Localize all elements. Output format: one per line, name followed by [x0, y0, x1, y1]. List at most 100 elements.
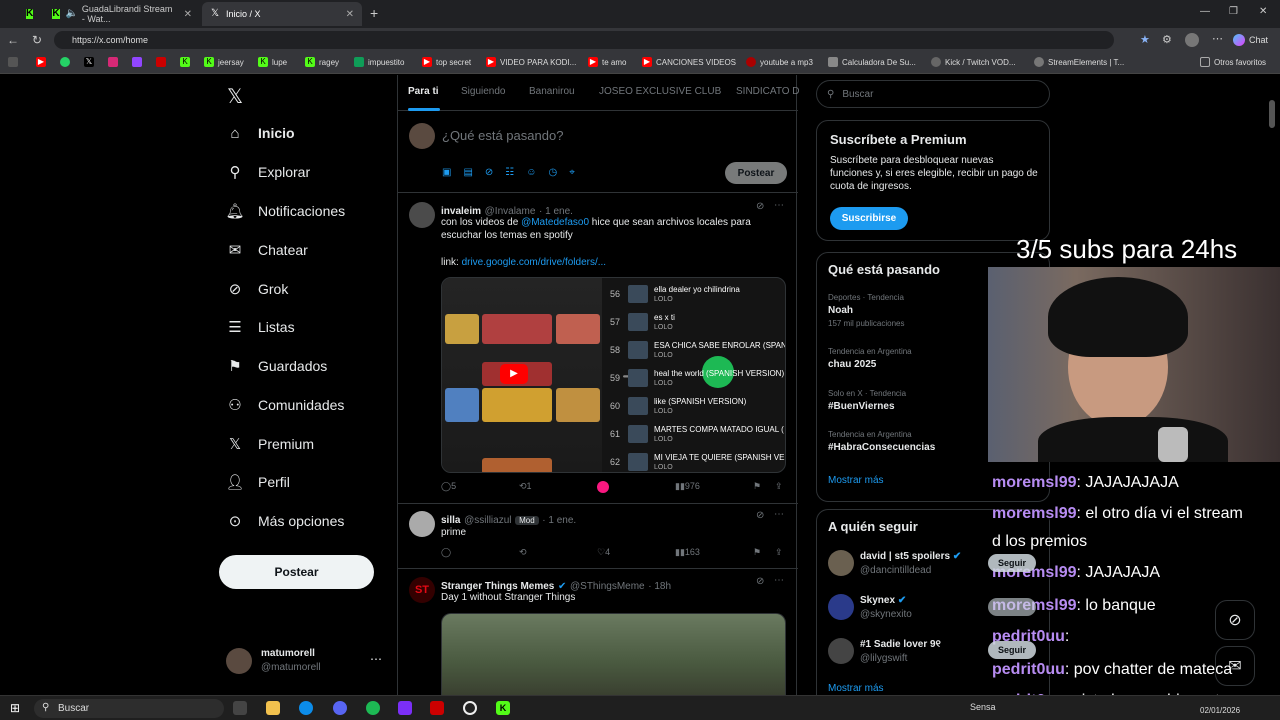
nav-more[interactable]: ⊙ Más opciones: [226, 512, 345, 530]
tweet-author[interactable]: silla: [441, 515, 460, 526]
tab-following[interactable]: Siguiendo: [461, 86, 505, 97]
tab-for-you[interactable]: Para ti: [408, 86, 439, 97]
bookmark-kodi[interactable]: ▶ VIDEO PARA KODI...: [486, 57, 576, 67]
bookmark-te-amo[interactable]: ▶ te amo: [588, 57, 626, 67]
kick-icon[interactable]: K: [496, 701, 510, 715]
app-icon[interactable]: [430, 701, 444, 715]
search-input[interactable]: ⚲ Buscar: [816, 80, 1050, 108]
new-tab-icon[interactable]: +: [370, 5, 378, 21]
tweet-handle[interactable]: @ssilliazul: [464, 515, 511, 526]
taskbar-search[interactable]: Buscar: [34, 699, 224, 718]
share-icon[interactable]: ⇪: [775, 547, 783, 558]
bookmark-whatsapp[interactable]: [60, 57, 70, 67]
follow-button[interactable]: Seguir: [988, 641, 1036, 659]
bookmark-red[interactable]: [156, 57, 166, 67]
post-button[interactable]: Postear: [219, 555, 374, 589]
tweet-avatar[interactable]: [409, 202, 435, 228]
tab-bananirou[interactable]: Bananirou: [529, 86, 575, 97]
reply-action[interactable]: ◯ 5: [441, 481, 456, 492]
more-menu-icon[interactable]: ⋯: [1212, 32, 1223, 45]
file-explorer-icon[interactable]: [266, 701, 280, 715]
tweet-avatar[interactable]: ST: [409, 577, 435, 603]
copilot-chat-button[interactable]: Chat: [1233, 31, 1268, 49]
bookmark-ragey[interactable]: Kragey: [305, 57, 339, 67]
bookmark-yt-mp3[interactable]: youtube a mp3: [746, 57, 813, 67]
bookmark-twitch[interactable]: [132, 57, 142, 67]
bookmark-vod[interactable]: Kick / Twitch VOD...: [931, 57, 1016, 67]
profile-avatar[interactable]: [1185, 33, 1199, 47]
follow-button[interactable]: [988, 598, 1036, 616]
nav-bookmarks[interactable]: ⚑ Guardados: [226, 357, 327, 375]
tab-kick-pinned[interactable]: K: [18, 2, 40, 26]
spotify-icon[interactable]: [366, 701, 380, 715]
minimize-icon[interactable]: —: [1200, 6, 1210, 17]
reply-action[interactable]: ◯: [441, 547, 451, 558]
weather-text[interactable]: Sensa: [970, 702, 996, 712]
bookmark-jeersay[interactable]: Kjeersay: [204, 57, 244, 67]
grok-icon[interactable]: ⊘: [756, 510, 764, 521]
reload-icon[interactable]: ↻: [26, 33, 48, 47]
location-icon[interactable]: ⌖: [569, 167, 575, 178]
trend-item[interactable]: Solo en X · Tendencia #BuenViernes: [828, 389, 906, 412]
repost-action[interactable]: ⟲ 1: [519, 481, 532, 492]
back-icon[interactable]: ←: [2, 33, 24, 47]
grok-icon[interactable]: ⊘: [485, 167, 493, 178]
tab-x-home[interactable]: 𝕏 Inicio / X ✕: [202, 2, 362, 26]
close-tab-icon[interactable]: ✕: [184, 9, 192, 20]
task-view-icon[interactable]: [233, 701, 247, 715]
tweet[interactable]: ST Stranger Things Memes ✔ @SThingsMeme …: [398, 569, 798, 695]
bookmark-icon-only[interactable]: [8, 57, 18, 67]
grok-icon[interactable]: ⊘: [756, 576, 764, 587]
nav-profile[interactable]: 👤︎ Perfil: [225, 473, 289, 491]
mention-link[interactable]: @Matedefaso0: [521, 217, 589, 228]
trend-item[interactable]: Tendencia en Argentina chau 2025: [828, 347, 912, 370]
poll-icon[interactable]: ☷: [505, 167, 514, 178]
more-dots-icon[interactable]: ⋯: [774, 509, 784, 520]
bookmark-canciones[interactable]: ▶ CANCIONES VIDEOS: [642, 57, 736, 67]
bookmark-top-secret[interactable]: ▶ top secret: [422, 57, 471, 67]
canva-icon[interactable]: [398, 701, 412, 715]
tweet[interactable]: silla @ssilliazul Mod · 1 ene. ⊘ ⋯ prime…: [398, 504, 798, 569]
close-tab-icon[interactable]: ✕: [346, 9, 354, 20]
x-logo-icon[interactable]: 𝕏: [227, 84, 243, 109]
bookmark-lupe[interactable]: Klupe: [258, 57, 287, 67]
trend-item[interactable]: Deportes · Tendencia Noah 157 mil public…: [828, 293, 905, 328]
nav-lists[interactable]: ☰ Listas: [226, 318, 294, 336]
like-action[interactable]: [597, 481, 609, 493]
bookmark-calculadora[interactable]: Calculadora De Su...: [828, 57, 916, 67]
obs-icon[interactable]: [463, 701, 477, 715]
bookmark-x[interactable]: 𝕏: [84, 57, 94, 67]
show-more-trends[interactable]: Mostrar más: [828, 475, 884, 486]
windows-start-icon[interactable]: ⊞: [10, 701, 24, 715]
gif-icon[interactable]: ▤: [463, 167, 472, 178]
tweet-handle[interactable]: @SThingsMeme: [570, 581, 645, 592]
tweet-image[interactable]: ▶ ➜ 56ella dealer yo chilindrinaLOLO57es…: [441, 277, 786, 473]
image-icon[interactable]: ▣: [442, 167, 451, 178]
clock-date[interactable]: 02/01/2026: [1200, 706, 1240, 715]
page-scrollbar[interactable]: [1269, 100, 1275, 128]
follow-button[interactable]: Seguir: [988, 554, 1036, 572]
drive-link[interactable]: drive.google.com/drive/folders/...: [462, 257, 607, 268]
like-action[interactable]: ♡ 4: [597, 547, 610, 558]
bookmark-icon[interactable]: ⚑: [753, 547, 761, 558]
favorite-star-icon[interactable]: ★: [1140, 33, 1150, 46]
maximize-icon[interactable]: ❐: [1229, 6, 1238, 17]
tweet-time[interactable]: · 18h: [648, 581, 671, 592]
tweet-avatar[interactable]: [409, 511, 435, 537]
composer-input[interactable]: ¿Qué está pasando?: [442, 128, 563, 143]
extensions-icon[interactable]: ⚙: [1162, 33, 1172, 46]
nav-grok[interactable]: ⊘ Grok: [226, 280, 289, 298]
bookmark-streamelements[interactable]: StreamElements | T...: [1034, 57, 1124, 67]
nav-communities[interactable]: ⚇ Comunidades: [226, 396, 344, 414]
share-icon[interactable]: ⇪: [775, 481, 783, 492]
url-field[interactable]: https://x.com/home: [54, 31, 1114, 49]
bookmark-youtube[interactable]: ▶: [36, 57, 46, 67]
more-dots-icon[interactable]: ⋯: [774, 200, 784, 211]
composer-post-button[interactable]: Postear: [725, 162, 787, 184]
bookmark-icon[interactable]: ⚑: [753, 481, 761, 492]
tweet-image[interactable]: [441, 613, 786, 695]
tweet-time[interactable]: · 1 ene.: [542, 515, 576, 526]
grok-icon[interactable]: ⊘: [756, 201, 764, 212]
mute-icon[interactable]: 🔈: [66, 9, 78, 19]
bookmark-kick[interactable]: K: [180, 57, 190, 67]
